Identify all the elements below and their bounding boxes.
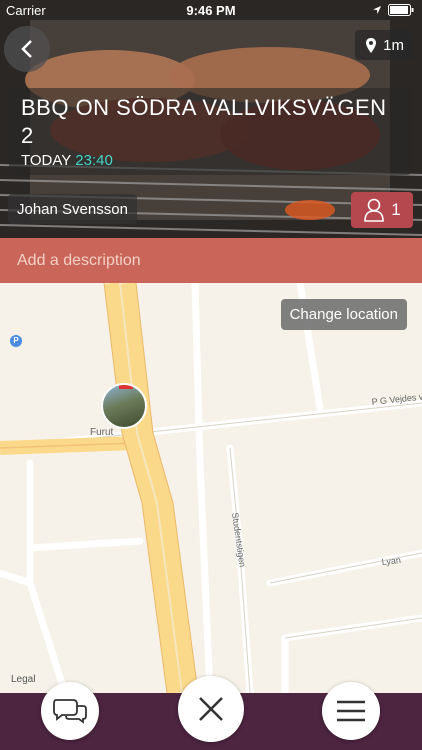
event-time: 23:40	[75, 152, 113, 169]
menu-button[interactable]	[322, 682, 380, 740]
close-x-icon	[199, 697, 223, 721]
parking-marker[interactable]: P	[10, 335, 22, 347]
change-location-label: Change location	[289, 306, 398, 323]
event-header-image: Carrier 9:46 PM 1m BBQ ON SÖDRA VALLVIKS…	[0, 0, 422, 238]
chat-button[interactable]	[41, 682, 99, 740]
event-location-marker[interactable]	[101, 383, 147, 429]
change-location-button[interactable]: Change location	[280, 299, 407, 330]
event-title: BBQ ON SÖDRA VALLVIKSVÄGEN 2	[21, 95, 387, 148]
person-icon	[364, 198, 385, 222]
status-bar: Carrier 9:46 PM	[0, 0, 422, 22]
chat-bubbles-icon	[53, 699, 87, 724]
location-arrow-icon	[373, 6, 381, 14]
event-title-box: BBQ ON SÖDRA VALLVIKSVÄGEN 2 TODAY 23:40	[9, 88, 411, 175]
close-button[interactable]	[178, 676, 244, 742]
description-field[interactable]: Add a description	[0, 238, 422, 283]
distance-label: 1m	[383, 36, 404, 54]
attendee-count: 1	[391, 200, 401, 219]
hamburger-menu-icon	[337, 700, 365, 722]
status-icons	[372, 4, 414, 16]
back-button[interactable]	[4, 26, 50, 72]
event-day: TODAY	[21, 152, 72, 169]
location-pin-icon	[366, 37, 377, 53]
host-name: Johan Svensson	[17, 200, 128, 218]
description-placeholder: Add a description	[17, 251, 141, 269]
marker-cap	[119, 385, 133, 389]
clock-label: 9:46 PM	[186, 3, 236, 18]
battery-icon	[388, 4, 414, 16]
attendees-button[interactable]: 1	[351, 192, 413, 228]
map-view[interactable]: P Furut P G Vejdes v Studentstigen Lyan …	[0, 283, 422, 693]
distance-badge: 1m	[355, 30, 414, 60]
legal-link[interactable]: Legal	[11, 674, 35, 685]
event-datetime: TODAY 23:40	[21, 152, 401, 169]
map-roads	[0, 283, 422, 693]
host-name-badge[interactable]: Johan Svensson	[8, 194, 137, 224]
back-chevron-icon	[21, 40, 32, 58]
